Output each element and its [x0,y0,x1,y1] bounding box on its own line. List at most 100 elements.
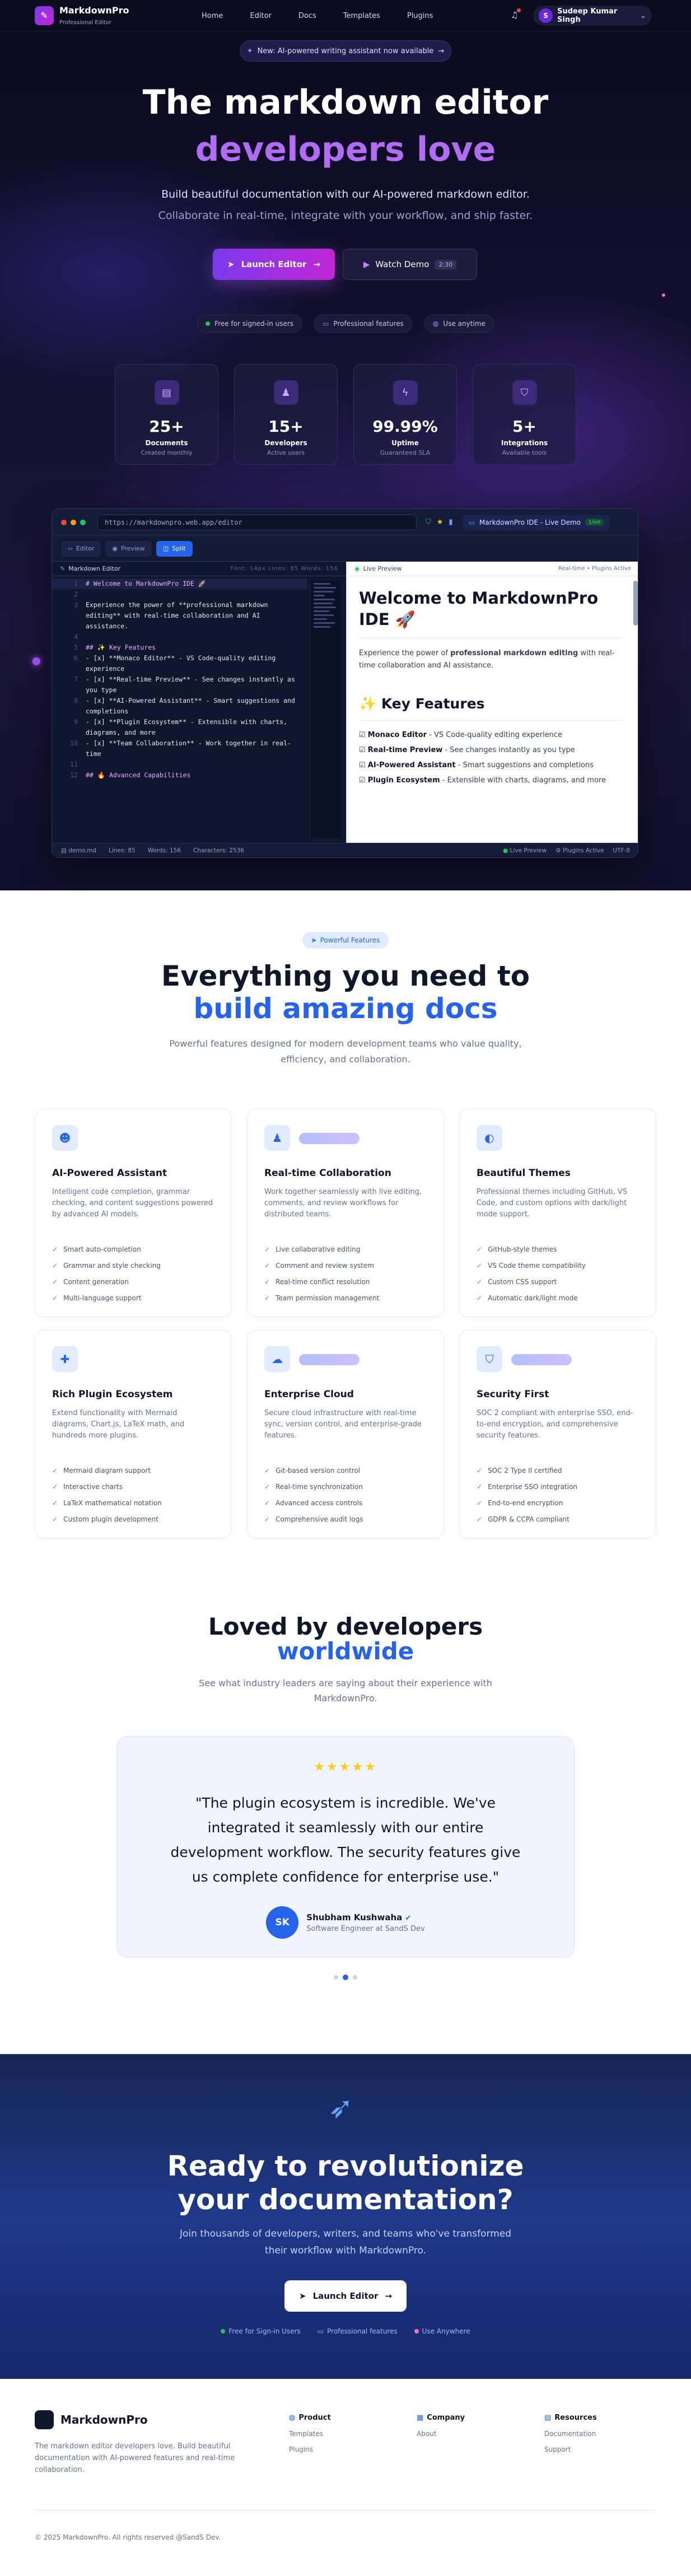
code-line[interactable]: 3 Experience the power of **professional … [52,600,307,632]
code-line[interactable]: 7 - [x] **Real-time Preview** - See chang… [52,674,307,696]
code-line[interactable]: 10 - [x] **Team Collaboration** - Work to… [52,738,307,759]
carousel-dots [0,1975,691,1980]
preview-list-item: ☑ AI-Powered Assistant - Smart suggestio… [359,761,594,769]
window-close-dot[interactable] [61,519,67,525]
announcement-pill[interactable]: ✦ New: AI-powered writing assistant now … [240,40,451,62]
status-live-preview: ● Live Preview [503,847,547,854]
status-file: ▤ demo.md [61,847,97,854]
feature-desc: Intelligent code completion, grammar che… [52,1188,213,1219]
code-line[interactable]: 11 [52,759,307,770]
check-icon: ✓ [264,1294,270,1302]
feature-list-item: ✓ Comment and review system [264,1262,374,1270]
code-area[interactable]: 1 # Welcome to MarkdownPro IDE 🚀 2 3 Experie… [52,578,307,836]
minimap[interactable] [310,581,341,838]
shield-icon[interactable]: ⛉ [426,518,431,526]
nav-link-templates[interactable]: Templates [343,12,380,20]
stat-label: Integrations [501,439,548,447]
footer-link-templates[interactable]: Templates [289,2430,331,2438]
testimonial-quote: "The plugin ecosystem is incredible. We'… [170,1795,521,1885]
notification-bell-icon[interactable]: ♫ [511,8,521,20]
code-line[interactable]: 12 ## 🔥 Advanced Capabilities [52,770,307,781]
line-number: 10 [70,739,78,747]
feature-desc: SOC 2 compliant with enterprise SSO, end… [477,1409,633,1440]
footer-link-plugins[interactable]: Plugins [289,2446,331,2453]
nav-link-docs[interactable]: Docs [298,12,316,20]
features-title-line2: build amazing docs [193,992,498,1025]
footer-link-documentation[interactable]: Documentation [544,2430,597,2438]
editor-meta: Font: 14px Lines: 85 Words: 156 [230,566,338,572]
decorative-dot [32,657,40,665]
chip-label: Use anytime [443,320,485,328]
line-number: 7 [74,675,78,683]
bookmark-icon[interactable]: ▮ [449,518,452,526]
edit-icon: ✎ [60,565,66,572]
arrow-right-icon: → [385,2291,392,2301]
carousel-dot-2[interactable] [343,1975,348,1980]
feature-card[interactable]: ◐ Beautiful Themes Professional themes inc… [459,1109,656,1317]
window-minimize-dot[interactable] [71,519,76,525]
preview-scrollbar[interactable] [633,581,638,626]
monitor-icon: ▭ [468,518,475,526]
brand[interactable]: MarkdownPro Professional Editor [59,5,129,26]
testimonial-author: SK Shubham Kushwaha ✔ Software Engineer … [117,1906,574,1939]
eye-icon: ◉ [354,565,360,572]
footer-col-product: ◍ Product Templates Plugins [289,2414,331,2453]
nav-link-home[interactable]: Home [202,12,223,20]
feature-card[interactable]: ♟ Real-time Collaboration Work together se… [247,1109,444,1317]
user-menu[interactable]: S Sudeep Kumar Singh ⌄ [533,6,652,26]
watch-demo-button[interactable]: ▶ Watch Demo 2:30 [343,249,477,280]
feature-list-item: ✓ Grammar and style checking [52,1262,161,1270]
carousel-dot-3[interactable] [353,1975,357,1980]
line-text [86,589,298,600]
code-line[interactable]: 5 ## ✨ Key Features [52,642,307,653]
tab-editor[interactable]: ‹› Editor [61,540,101,557]
stat-desc: Created monthly [141,449,193,456]
feature-list-item: ✓ Multi-language support [52,1294,142,1302]
carousel-dot-1[interactable] [334,1975,338,1980]
cta-launch-editor-button[interactable]: ➤ Launch Editor → [284,2280,407,2312]
feature-highlight-pill [299,1133,359,1144]
feature-list-item: ✓ Automatic dark/light mode [477,1294,578,1302]
feature-card[interactable]: ☁ Enterprise Cloud Secure cloud infrastruc… [247,1330,444,1538]
tab-preview[interactable]: ◉ Preview [105,540,152,557]
footer-brand[interactable]: MarkdownPro [35,2410,148,2429]
feature-card[interactable]: ☻ AI-Powered Assistant Intelligent code co… [35,1109,232,1317]
cta-subtitle: Join thousands of developers, writers, a… [179,2228,512,2256]
rocket-icon: ➤ [227,259,235,269]
code-line[interactable]: 1 # Welcome to MarkdownPro IDE 🚀 [52,578,307,589]
brand-logo-icon[interactable]: ✎ [35,6,54,25]
feature-card[interactable]: ⛉ Security First SOC 2 compliant with ente… [459,1330,656,1538]
code-line[interactable]: 4 [52,632,307,642]
check-icon: ✓ [477,1278,483,1286]
footer-link-support[interactable]: Support [544,2446,597,2453]
footer-description: The markdown editor developers love. Bui… [35,2442,235,2474]
footer: MarkdownPro The markdown editor develope… [0,2379,691,2576]
code-line[interactable]: 6 - [x] **Monaco Editor** - VS Code-quali… [52,653,307,674]
footer-link-about[interactable]: About [417,2430,465,2438]
launch-editor-button[interactable]: ➤ Launch Editor → [213,249,335,280]
eye-icon: ◉ [112,545,118,552]
url-bar[interactable]: https://markdownpro.web.app/editor [97,514,417,530]
status-characters: Characters: 2536 [193,847,244,854]
window-maximize-dot[interactable] [80,519,86,525]
stat-card-developers: ♟ 15+ Developers Active users [234,364,338,465]
line-text: ## 🔥 Advanced Capabilities [86,771,191,779]
star-icon[interactable]: ★ [437,518,443,526]
code-line[interactable]: 9 - [x] **Plugin Ecosystem** - Extensible… [52,717,307,738]
code-line[interactable]: 8 - [x] **AI-Powered Assistant** - Smart … [52,696,307,717]
ide-toolbar: ‹› Editor ◉ Preview ◫ Split [52,536,638,562]
check-dot-icon [206,321,211,326]
shield-icon: ⛉ [477,1346,502,1372]
line-text: ## ✨ Key Features [86,643,156,651]
code-line[interactable]: 2 [52,589,307,600]
nav-link-plugins[interactable]: Plugins [407,12,433,20]
demo-duration-badge: 2:30 [435,259,457,269]
feature-card[interactable]: ✚ Rich Plugin Ecosystem Extend functionali… [35,1330,232,1538]
ide-window-title: ▭ MarkdownPro IDE - Live Demo Live [463,514,610,530]
stat-value: 5+ [512,417,536,436]
tab-split[interactable]: ◫ Split [156,540,193,557]
nav-link-editor[interactable]: Editor [250,12,271,20]
shield-icon: ⛉ [512,380,537,405]
preview-intro: Experience the power of professional mar… [359,638,622,672]
editor-pane[interactable]: ✎ Markdown Editor Font: 14px Lines: 85 W… [52,562,346,844]
